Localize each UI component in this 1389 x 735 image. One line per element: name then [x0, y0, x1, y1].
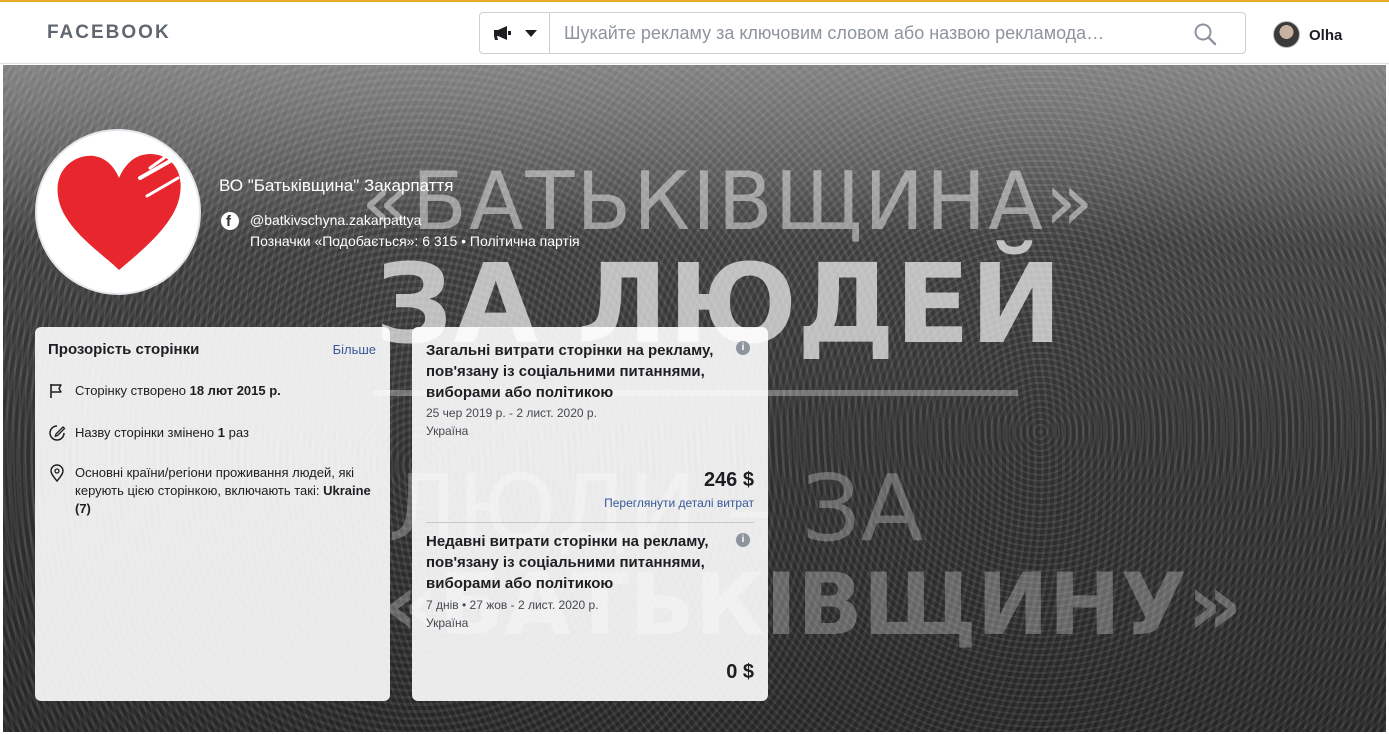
divider: [426, 522, 754, 523]
chevron-down-icon: [525, 30, 537, 37]
info-icon[interactable]: i: [736, 533, 750, 547]
renamed-suffix: раз: [225, 425, 249, 440]
facebook-icon: f: [221, 212, 239, 230]
page-profile-picture[interactable]: [35, 129, 201, 295]
recent-spend-country: Україна: [426, 616, 469, 630]
search-bar: [479, 12, 1246, 54]
info-icon[interactable]: i: [736, 341, 750, 355]
more-link[interactable]: Більше: [333, 342, 376, 357]
recent-spend-amount: 0 $: [726, 661, 754, 683]
ad-type-dropdown[interactable]: [480, 13, 550, 53]
transparency-title: Прозорість сторінки: [48, 341, 200, 358]
location-pin-icon: [50, 464, 64, 482]
countries-row: Основні країни/регіони проживання людей,…: [48, 464, 378, 524]
avatar[interactable]: [1273, 21, 1300, 48]
user-name[interactable]: Olha: [1309, 27, 1342, 44]
flag-icon: [50, 384, 62, 398]
page-name[interactable]: ВО "Батьківщина" Закарпаття: [219, 176, 453, 196]
created-label: Сторінку створено: [75, 383, 190, 398]
megaphone-icon: [494, 26, 511, 40]
spend-details-link[interactable]: Переглянути деталі витрат: [604, 496, 754, 510]
search-input[interactable]: [564, 19, 1184, 47]
page-likes-category: Позначки «Подобається»: 6 315 • Політичн…: [250, 233, 580, 249]
total-spend-dates: 25 чер 2019 р. - 2 лист. 2020 р.: [426, 406, 597, 420]
renamed-label: Назву сторінки змінено: [75, 425, 218, 440]
total-spend-country: Україна: [426, 424, 469, 438]
page-handle[interactable]: @batkivschyna.zakarpattya: [250, 212, 421, 228]
ad-spending-card: Загальні витрати сторінки на рекламу, по…: [412, 327, 768, 701]
countries-label: Основні країни/регіони проживання людей,…: [75, 465, 355, 498]
edit-icon: [49, 425, 66, 441]
total-spend-amount: 246 $: [703, 469, 754, 491]
facebook-brand[interactable]: FACEBOOK: [47, 22, 171, 44]
recent-spend-dates: 7 днів • 27 жов - 2 лист. 2020 р.: [426, 598, 599, 612]
created-date: 18 лют 2015 р.: [189, 383, 281, 398]
renamed-count: 1: [217, 425, 226, 440]
total-spend-title: Загальні витрати сторінки на рекламу, по…: [426, 342, 714, 401]
search-icon[interactable]: [1193, 22, 1217, 46]
heart-logo-icon: [57, 154, 181, 270]
top-header: FACEBOOK Olha: [0, 2, 1389, 64]
recent-spend-title: Недавні витрати сторінки на рекламу, пов…: [426, 533, 709, 592]
page-transparency-card: Прозорість сторінки Більше Сторінку ство…: [35, 327, 390, 701]
